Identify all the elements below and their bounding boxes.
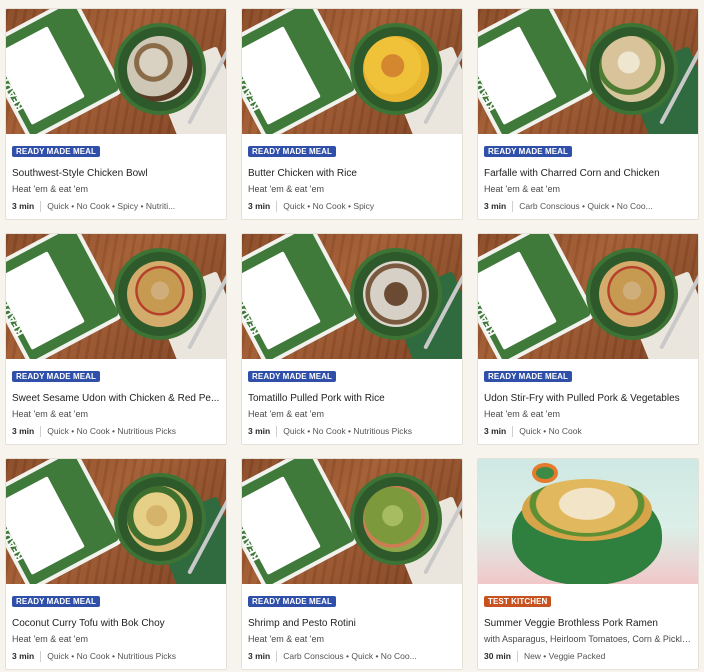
meal-meta: 30 min New • Veggie Packed [484,651,692,662]
meal-title[interactable]: Southwest-Style Chicken Bowl [12,167,220,180]
meal-tags: Quick • No Cook • Nutritious Picks [283,426,412,436]
meal-image: READY MADE MEALS [6,459,226,584]
meal-meta: 3 min Carb Conscious • Quick • No Coo... [248,651,456,662]
meta-divider [40,426,42,437]
meal-card[interactable]: READY MADE MEALS READY MADE MEAL Sweet S… [5,233,227,445]
meal-type-badge: READY MADE MEAL [248,596,337,607]
meal-title[interactable]: Coconut Curry Tofu with Bok Choy [12,617,220,630]
meal-title[interactable]: Sweet Sesame Udon with Chicken & Red Pe.… [12,392,220,405]
meal-image: READY MADE MEALS [242,9,462,134]
prep-time: 3 min [248,426,271,436]
meal-subtitle: Heat 'em & eat 'em [248,634,324,644]
meal-meta: 3 min Quick • No Cook • Spicy [248,201,456,212]
meal-meta: 3 min Carb Conscious • Quick • No Coo... [484,201,692,212]
meal-title[interactable]: Shrimp and Pesto Rotini [248,617,456,630]
meta-divider [276,426,278,437]
meal-card[interactable]: READY MADE MEALS READY MADE MEAL Butter … [241,8,463,220]
meal-meta: 3 min Quick • No Cook • Nutritious Picks [248,426,456,437]
meal-tags: New • Veggie Packed [523,651,606,661]
meta-divider [512,201,514,212]
meal-type-badge: READY MADE MEAL [484,371,573,382]
meal-subtitle: Heat 'em & eat 'em [484,184,560,194]
meal-subtitle: Heat 'em & eat 'em [248,409,324,419]
meal-card[interactable]: READY MADE MEALS READY MADE MEAL Shrimp … [241,458,463,670]
meal-subtitle: Heat 'em & eat 'em [484,409,560,419]
prep-time: 3 min [12,651,35,661]
meal-title[interactable]: Butter Chicken with Rice [248,167,456,180]
meal-tags: Quick • No Cook • Spicy • Nutriti... [47,201,176,211]
meal-type-badge: READY MADE MEAL [248,146,337,157]
meal-subtitle: Heat 'em & eat 'em [12,184,88,194]
meal-card[interactable]: TEST KITCHEN Summer Veggie Brothless Por… [477,458,699,670]
meal-card[interactable]: READY MADE MEALS READY MADE MEAL Tomatil… [241,233,463,445]
prep-time: 3 min [12,426,35,436]
meal-title[interactable]: Tomatillo Pulled Pork with Rice [248,392,456,405]
meal-grid: READY MADE MEALS READY MADE MEAL Southwe… [0,0,704,672]
prep-time: 3 min [248,201,271,211]
meal-image: READY MADE MEALS [6,9,226,134]
meal-tags: Quick • No Cook • Nutritious Picks [47,426,176,436]
meal-image: READY MADE MEALS [478,9,698,134]
meal-tags: Carb Conscious • Quick • No Coo... [519,201,653,211]
meal-type-badge: READY MADE MEAL [248,371,337,382]
meta-divider [40,201,42,212]
meta-divider [276,201,278,212]
meal-type-badge: READY MADE MEAL [12,371,101,382]
meta-divider [276,651,278,662]
meal-subtitle: Heat 'em & eat 'em [12,634,88,644]
prep-time: 3 min [484,201,507,211]
meal-meta: 3 min Quick • No Cook • Nutritious Picks [12,426,220,437]
meal-meta: 3 min Quick • No Cook [484,426,692,437]
meal-type-badge: READY MADE MEAL [12,596,101,607]
meta-divider [40,651,42,662]
meal-title[interactable]: Summer Veggie Brothless Pork Ramen [484,617,692,630]
meal-tags: Quick • No Cook • Nutritious Picks [47,651,176,661]
meal-tags: Quick • No Cook • Spicy [283,201,375,211]
meal-image: READY MADE MEALS [242,234,462,359]
meal-type-badge: READY MADE MEAL [484,146,573,157]
prep-time: 3 min [484,426,507,436]
meal-meta: 3 min Quick • No Cook • Spicy • Nutriti.… [12,201,220,212]
meal-subtitle: Heat 'em & eat 'em [248,184,324,194]
meal-image: READY MADE MEALS [478,234,698,359]
meal-image [478,459,698,584]
meal-meta: 3 min Quick • No Cook • Nutritious Picks [12,651,220,662]
meta-divider [516,651,518,662]
prep-time: 3 min [248,651,271,661]
meta-divider [512,426,514,437]
meal-type-badge: READY MADE MEAL [12,146,101,157]
meal-card[interactable]: READY MADE MEALS READY MADE MEAL Coconut… [5,458,227,670]
meal-type-badge: TEST KITCHEN [484,596,552,607]
meal-title[interactable]: Udon Stir-Fry with Pulled Pork & Vegetab… [484,392,692,405]
meal-title[interactable]: Farfalle with Charred Corn and Chicken [484,167,692,180]
meal-subtitle: Heat 'em & eat 'em [12,409,88,419]
meal-image: READY MADE MEALS [6,234,226,359]
meal-tags: Carb Conscious • Quick • No Coo... [283,651,417,661]
meal-card[interactable]: READY MADE MEALS READY MADE MEAL Udon St… [477,233,699,445]
prep-time: 3 min [12,201,35,211]
meal-subtitle: with Asparagus, Heirloom Tomatoes, Corn … [484,634,692,644]
prep-time: 30 min [484,651,511,661]
meal-card[interactable]: READY MADE MEALS READY MADE MEAL Farfall… [477,8,699,220]
meal-card[interactable]: READY MADE MEALS READY MADE MEAL Southwe… [5,8,227,220]
meal-image: READY MADE MEALS [242,459,462,584]
meal-tags: Quick • No Cook [519,426,582,436]
